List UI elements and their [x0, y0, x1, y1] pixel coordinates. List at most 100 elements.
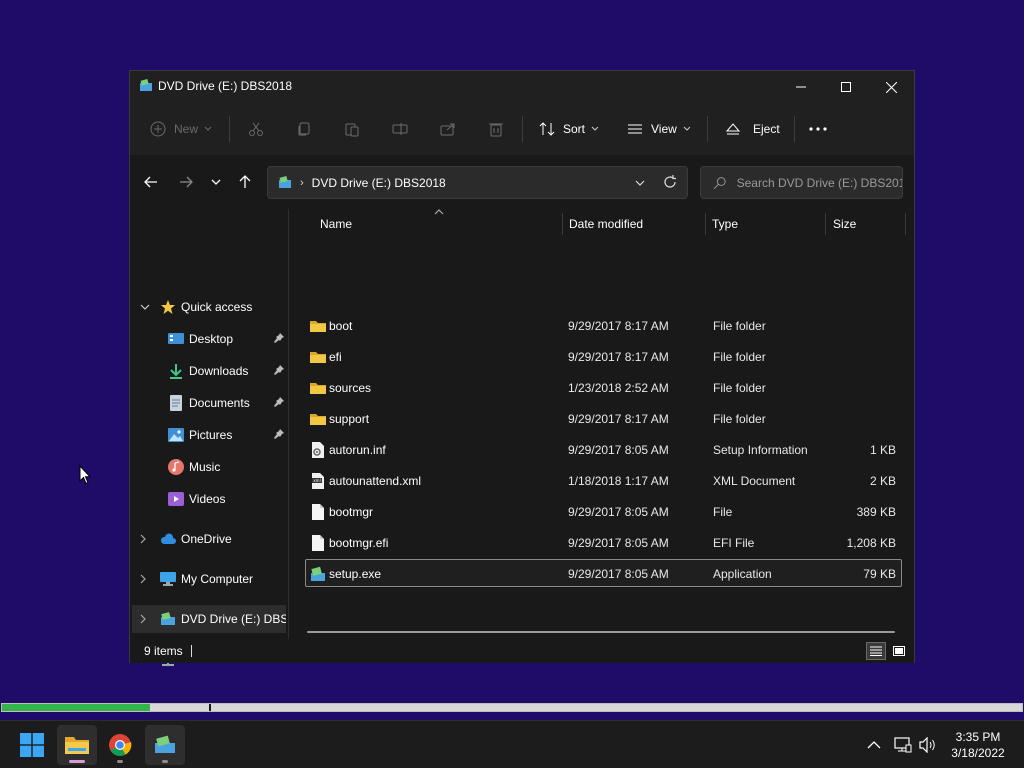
chevron-right-icon[interactable]: [140, 605, 150, 633]
rename-button[interactable]: [392, 113, 408, 145]
progress-marker: [209, 704, 211, 711]
file-name: sources: [329, 381, 372, 395]
setup-progress-bar: [1, 703, 1023, 712]
column-header-type[interactable]: Type: [712, 209, 738, 239]
window-title: DVD Drive (E:) DBS2018: [158, 79, 293, 93]
folder-icon: [310, 352, 326, 363]
file-row[interactable]: bootmgr 9/29/2017 8:05 AM File 389 KB: [305, 497, 902, 525]
file-size: 1,208 KB: [846, 536, 896, 550]
chevron-right-icon[interactable]: [140, 525, 150, 553]
file-name: bootmgr.efi: [329, 536, 389, 550]
more-dots-icon: [809, 127, 827, 131]
column-separator[interactable]: [825, 213, 826, 235]
close-button[interactable]: [868, 71, 914, 103]
cut-button[interactable]: [248, 113, 264, 145]
delete-button[interactable]: [488, 113, 504, 145]
share-button[interactable]: [440, 113, 456, 145]
address-bar[interactable]: › DVD Drive (E:) DBS2018: [267, 166, 688, 199]
search-input[interactable]: [736, 175, 902, 190]
pane-splitter[interactable]: [288, 209, 289, 639]
sidebar-item-onedrive[interactable]: OneDrive: [132, 525, 286, 553]
sidebar-item-documents[interactable]: Documents: [132, 389, 286, 417]
folder-icon: [310, 383, 326, 394]
toolbar-separator: [794, 116, 795, 142]
details-view-icon: [870, 646, 882, 656]
sidebar-item-downloads[interactable]: Downloads: [132, 357, 286, 385]
recent-locations-button[interactable]: [203, 169, 229, 195]
column-header-label: Name: [320, 217, 353, 231]
up-button[interactable]: [232, 169, 258, 195]
chevron-down-icon[interactable]: [635, 176, 645, 190]
breadcrumb-chevron-icon: ›: [300, 176, 304, 189]
breadcrumb-path[interactable]: DVD Drive (E:) DBS2018: [312, 176, 446, 190]
column-header-name[interactable]: Name: [320, 209, 352, 239]
column-separator[interactable]: [562, 213, 563, 235]
svg-text:xml: xml: [313, 478, 320, 483]
title-bar[interactable]: DVD Drive (E:) DBS2018: [130, 71, 914, 103]
copy-button[interactable]: [296, 113, 312, 145]
file-row[interactable]: xml autounattend.xml 1/18/2018 1:17 AM X…: [305, 466, 902, 494]
file-row[interactable]: efi 9/29/2017 8:17 AM File folder: [305, 342, 902, 370]
star-icon: [161, 300, 175, 314]
sidebar-item-label: My Computer: [181, 572, 254, 586]
start-button[interactable]: [12, 725, 52, 765]
file-row[interactable]: autorun.inf 9/29/2017 8:05 AM Setup Info…: [305, 435, 902, 463]
sidebar-item-quick-access[interactable]: Quick access: [132, 293, 286, 321]
speaker-icon: [919, 737, 935, 753]
new-button[interactable]: New: [150, 113, 212, 145]
clock-time: 3:35 PM: [955, 730, 1001, 744]
sidebar-item-label: Downloads: [189, 364, 249, 378]
sidebar-item-dvd-drive[interactable]: DVD Drive (E:) DBS2018: [132, 605, 286, 633]
taskbar-clock[interactable]: 3:35 PM 3/18/2022: [940, 729, 1016, 761]
details-view-button[interactable]: [866, 642, 886, 660]
back-button[interactable]: [138, 169, 164, 195]
setup-app-icon: [155, 735, 175, 753]
taskbar-setup[interactable]: [145, 725, 185, 765]
sort-button[interactable]: Sort: [539, 113, 599, 145]
network-tray-button[interactable]: [894, 721, 912, 768]
chevron-right-icon[interactable]: [140, 565, 150, 593]
sidebar-item-music[interactable]: Music: [132, 453, 286, 481]
sidebar-item-videos[interactable]: Videos: [132, 485, 286, 513]
more-options-button[interactable]: [809, 113, 827, 145]
search-icon: [713, 176, 726, 189]
sidebar-item-pictures[interactable]: Pictures: [132, 421, 286, 449]
paste-button[interactable]: [344, 113, 360, 145]
file-row[interactable]: setup.exe 9/29/2017 8:05 AM Application …: [305, 559, 902, 587]
file-name: efi: [329, 350, 342, 364]
file-explorer-window: DVD Drive (E:) DBS2018 New Sort View Eje…: [129, 70, 915, 666]
forward-button[interactable]: [173, 169, 199, 195]
column-separator[interactable]: [705, 213, 706, 235]
horizontal-scrollbar[interactable]: [307, 631, 895, 633]
file-type: EFI File: [713, 536, 755, 550]
column-header-size[interactable]: Size: [833, 209, 856, 239]
show-hidden-icons-button[interactable]: [867, 721, 881, 768]
file-row[interactable]: sources 1/23/2018 2:52 AM File folder: [305, 373, 902, 401]
file-row[interactable]: support 9/29/2017 8:17 AM File folder: [305, 404, 902, 432]
large-icons-view-button[interactable]: [889, 642, 909, 660]
refresh-icon[interactable]: [663, 175, 677, 189]
view-button[interactable]: View: [627, 113, 691, 145]
search-box[interactable]: [700, 166, 903, 199]
sort-ascending-icon: [434, 205, 444, 219]
column-separator[interactable]: [905, 213, 906, 235]
chevron-down-icon: [683, 126, 691, 131]
file-row[interactable]: bootmgr.efi 9/29/2017 8:05 AM EFI File 1…: [305, 528, 902, 556]
sidebar-item-desktop[interactable]: Desktop: [132, 325, 286, 353]
sidebar-item-my-computer[interactable]: My Computer: [132, 565, 286, 593]
file-name: boot: [329, 319, 353, 333]
file-row[interactable]: boot 9/29/2017 8:17 AM File folder: [305, 311, 902, 339]
minimize-button[interactable]: [778, 71, 824, 103]
new-label: New: [174, 122, 199, 136]
scissors-icon: [249, 122, 263, 136]
taskbar-file-explorer[interactable]: [57, 725, 97, 765]
maximize-button[interactable]: [823, 71, 869, 103]
taskbar-chrome[interactable]: [100, 725, 140, 765]
file-date: 1/23/2018 2:52 AM: [568, 381, 669, 395]
chevron-down-icon[interactable]: [140, 293, 150, 321]
paste-icon: [345, 123, 359, 137]
column-header-date[interactable]: Date modified: [569, 209, 643, 239]
eject-button[interactable]: Eject: [725, 113, 780, 145]
cloud-icon: [160, 533, 176, 544]
volume-tray-button[interactable]: [919, 721, 937, 768]
